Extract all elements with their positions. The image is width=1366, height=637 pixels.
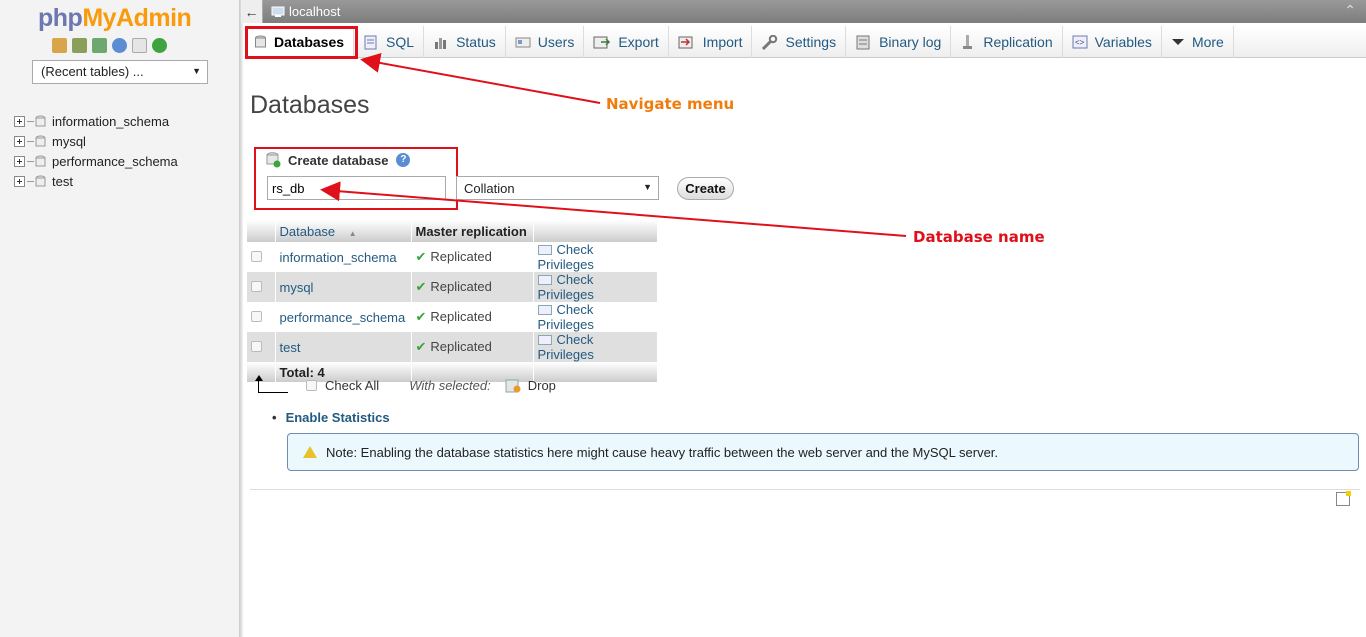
- annotation-database-name: Database name: [913, 228, 1045, 246]
- navigate-menu-arrow: [360, 53, 601, 104]
- database-name-arrow: [320, 181, 907, 237]
- annotation-navigate-menu: Navigate menu: [606, 95, 735, 113]
